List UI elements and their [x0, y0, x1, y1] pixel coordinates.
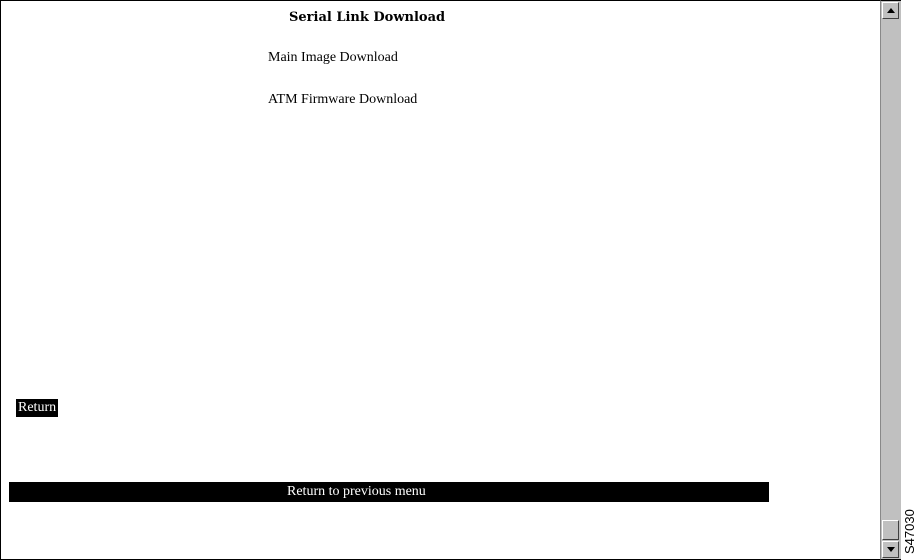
scroll-thumb[interactable]	[882, 520, 899, 540]
terminal-screen: Serial Link Download Main Image Download…	[0, 0, 918, 560]
up-arrow-icon	[887, 8, 895, 13]
menu-item-main-image-download[interactable]: Main Image Download	[268, 50, 398, 66]
scroll-down-button[interactable]	[882, 541, 899, 558]
terminal-window: Serial Link Download Main Image Download…	[0, 0, 880, 560]
scroll-up-button[interactable]	[882, 2, 899, 19]
vertical-scrollbar[interactable]	[880, 0, 901, 560]
down-arrow-icon	[887, 547, 895, 552]
status-bar: Return to previous menu	[9, 482, 769, 502]
menu-item-return[interactable]: Return	[16, 399, 59, 417]
figure-id-label: S47030	[902, 509, 917, 554]
page-title: Serial Link Download	[289, 10, 446, 25]
status-message: Return to previous menu	[287, 484, 426, 499]
menu-item-atm-firmware-download[interactable]: ATM Firmware Download	[268, 92, 417, 108]
